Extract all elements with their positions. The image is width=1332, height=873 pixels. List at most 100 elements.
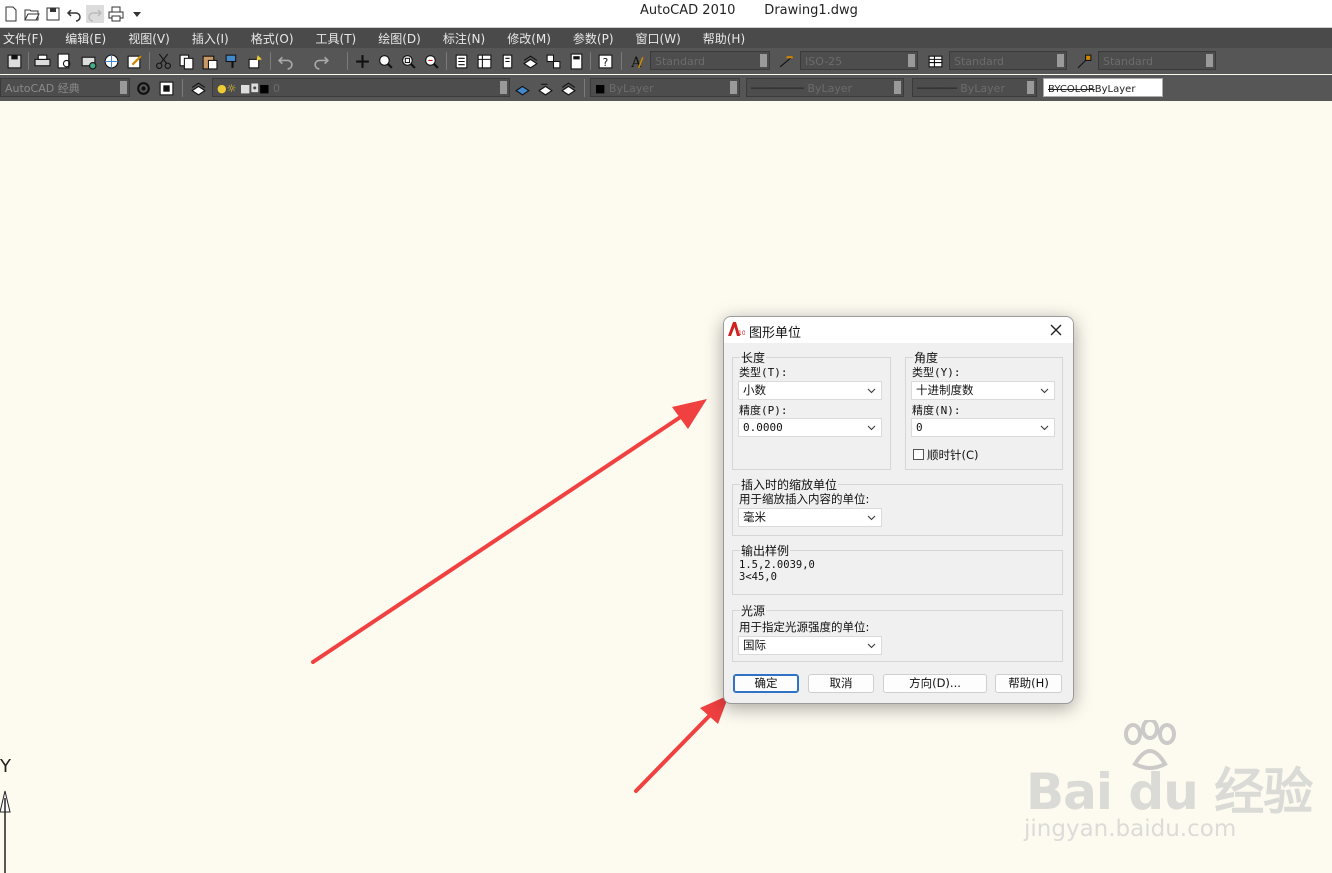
workspace-combo[interactable]: AutoCAD 经典 (0, 78, 130, 97)
layer-states-icon[interactable] (558, 78, 578, 98)
menu-modify[interactable]: 修改(M) (507, 30, 551, 47)
clean-screen-icon[interactable] (156, 78, 176, 98)
pan-icon[interactable] (352, 51, 372, 71)
properties-icon[interactable] (451, 51, 471, 71)
zoom-realtime-icon[interactable] (375, 51, 395, 71)
dimension-style-combo[interactable]: ISO-25 (800, 51, 918, 70)
length-precision-select[interactable]: 0.0000 (738, 418, 882, 437)
close-icon[interactable] (1047, 321, 1065, 339)
table-style-combo[interactable]: Standard (949, 51, 1067, 70)
paste-icon[interactable] (199, 51, 219, 71)
design-center-icon[interactable] (474, 51, 494, 71)
chevron-down-icon (867, 515, 876, 521)
save-icon[interactable] (4, 51, 24, 71)
multileader-style-combo[interactable]: Standard (1098, 51, 1216, 70)
chevron-down-icon (867, 425, 876, 431)
text-style-value: Standard (655, 55, 706, 68)
standard-toolbar: ? A Standard ISO-25 Standard Standard (0, 48, 1332, 74)
dimension-style-value: ISO-25 (805, 55, 843, 68)
layer-properties-icon[interactable] (188, 78, 208, 98)
workspace-settings-icon[interactable] (133, 78, 153, 98)
chevron-down-icon[interactable] (128, 5, 146, 23)
make-current-layer-icon[interactable] (512, 78, 532, 98)
calculator-icon[interactable] (566, 51, 586, 71)
watermark: Bai du 经验 jingyan.baidu.com (1020, 720, 1320, 870)
lighting-units-value: 国际 (743, 638, 766, 652)
ok-button[interactable]: 确定 (733, 674, 799, 693)
open-icon[interactable] (23, 5, 41, 23)
tool-palettes-icon[interactable] (497, 51, 517, 71)
block-editor-icon[interactable] (245, 51, 265, 71)
layer-combo[interactable]: ●☼ ■◘■ 0 (212, 78, 510, 97)
layer-previous-icon[interactable] (535, 78, 555, 98)
3d-dwf-icon[interactable] (101, 51, 121, 71)
linetype-combo[interactable]: ──────── ByLayer (746, 78, 904, 97)
window-title: AutoCAD 2010 Drawing1.dwg (640, 3, 858, 18)
angle-type-select[interactable]: 十进制度数 (911, 381, 1055, 400)
angle-precision-label: 精度(N): (912, 404, 961, 417)
text-style-icon[interactable]: A (626, 51, 646, 71)
sheet-set-icon[interactable] (520, 51, 540, 71)
markup-set-icon[interactable] (543, 51, 563, 71)
lighting-units-select[interactable]: 国际 (738, 636, 882, 655)
autocad-app-icon: 10 (728, 322, 745, 337)
help-button[interactable]: 帮助(H) (995, 674, 1062, 693)
lighting-label: 用于指定光源强度的单位: (739, 620, 870, 634)
new-icon[interactable] (2, 5, 20, 23)
dimension-style-icon[interactable] (776, 51, 796, 71)
lineweight-combo[interactable]: ────── ByLayer (912, 78, 1037, 97)
help-icon[interactable]: ? (595, 51, 615, 71)
table-style-value: Standard (954, 55, 1005, 68)
direction-button[interactable]: 方向(D)... (883, 674, 987, 693)
drawing-units-dialog: 10 图形单位 长度 类型(T): 小数 精度(P): 0.0000 角度 类型… (723, 316, 1074, 704)
plot-icon[interactable] (32, 51, 52, 71)
dialog-title-bar[interactable]: 10 图形单位 (724, 317, 1073, 343)
text-style-combo[interactable]: Standard (650, 51, 770, 70)
menu-file[interactable]: 文件(F) (3, 30, 43, 47)
quick-access-toolbar (0, 2, 166, 26)
redo-icon[interactable] (311, 51, 331, 71)
menu-tools[interactable]: 工具(T) (316, 30, 357, 47)
plot-icon[interactable] (107, 5, 125, 23)
length-precision-label: 精度(P): (739, 404, 788, 417)
clockwise-label[interactable]: 顺时针(C) (927, 447, 979, 463)
svg-text:?: ? (602, 55, 608, 68)
save-icon[interactable] (44, 5, 62, 23)
length-type-label: 类型(T): (739, 366, 788, 379)
chevron-down-icon (1040, 388, 1049, 394)
plot-style-combo[interactable]: BYCOLORByLayer (1043, 78, 1163, 97)
menu-insert[interactable]: 插入(I) (192, 30, 229, 47)
redo-icon[interactable] (86, 5, 104, 23)
watermark-url: jingyan.baidu.com (1024, 816, 1237, 842)
length-type-value: 小数 (743, 383, 766, 397)
zoom-window-icon[interactable] (398, 51, 418, 71)
match-properties-icon[interactable] (222, 51, 242, 71)
undo-icon[interactable] (275, 51, 295, 71)
menu-help[interactable]: 帮助(H) (703, 30, 745, 47)
menu-draw[interactable]: 绘图(D) (378, 30, 421, 47)
menu-dimension[interactable]: 标注(N) (443, 30, 485, 47)
lighting-title: 光源 (740, 602, 767, 619)
clockwise-checkbox[interactable] (913, 449, 924, 460)
menu-edit[interactable]: 编辑(E) (65, 30, 106, 47)
menu-parametric[interactable]: 参数(P) (573, 30, 614, 47)
cut-icon[interactable] (153, 51, 173, 71)
menu-view[interactable]: 视图(V) (128, 30, 170, 47)
zoom-previous-icon[interactable] (421, 51, 441, 71)
undo-icon[interactable] (65, 5, 83, 23)
edit-icon[interactable] (124, 51, 144, 71)
angle-precision-select[interactable]: 0 (911, 418, 1055, 437)
publish-icon[interactable] (78, 51, 98, 71)
menu-format[interactable]: 格式(O) (251, 30, 294, 47)
length-precision-value: 0.0000 (743, 421, 783, 434)
color-combo[interactable]: ■ ByLayer (590, 78, 740, 97)
multileader-style-icon[interactable] (1074, 51, 1094, 71)
copy-icon[interactable] (176, 51, 196, 71)
ucs-icon (0, 790, 11, 873)
length-type-select[interactable]: 小数 (738, 381, 882, 400)
plot-preview-icon[interactable] (54, 51, 74, 71)
table-style-icon[interactable] (925, 51, 945, 71)
menu-window[interactable]: 窗口(W) (636, 30, 681, 47)
insertion-units-select[interactable]: 毫米 (738, 508, 882, 527)
cancel-button[interactable]: 取消 (808, 674, 874, 693)
